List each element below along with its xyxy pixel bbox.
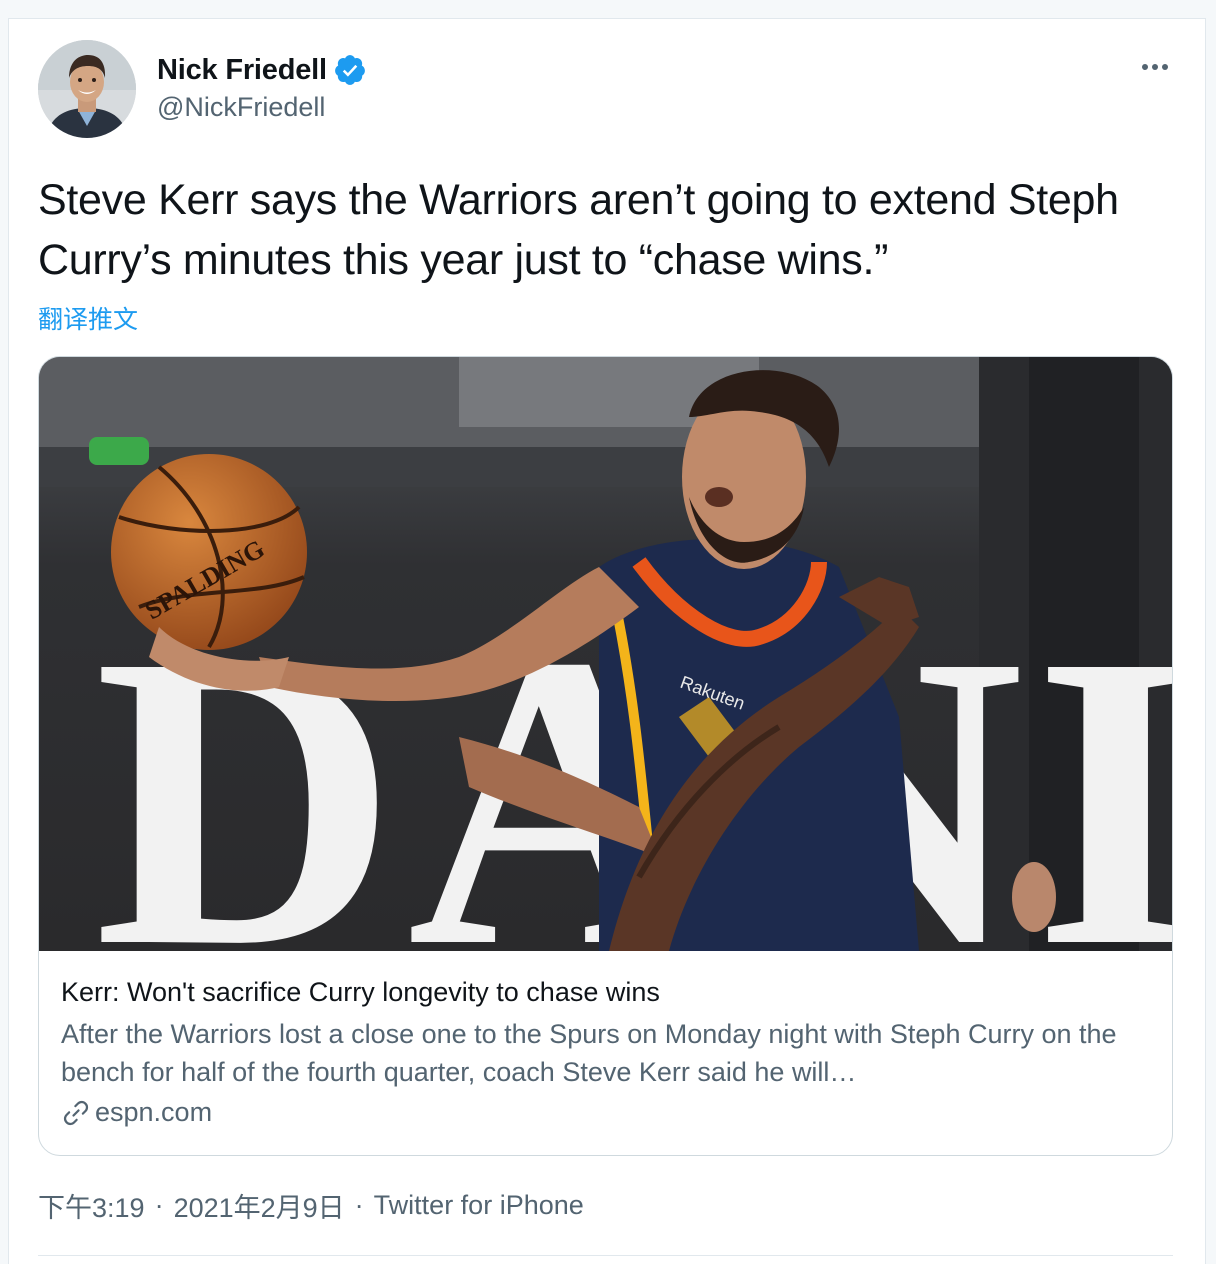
author-display-name[interactable]: Nick Friedell <box>157 54 327 87</box>
translate-tweet-link[interactable]: 翻译推文 <box>38 300 138 336</box>
tweet-time[interactable]: 下午3:19 <box>38 1186 145 1225</box>
tweet-date[interactable]: 2021年2月9日 <box>174 1186 345 1225</box>
meta-separator: · <box>154 1190 164 1220</box>
more-dots-icon[interactable] <box>1130 50 1180 84</box>
dot <box>1162 64 1168 70</box>
page-background: Nick Friedell @NickFriedell Steve Kerr s… <box>0 0 1216 1264</box>
card-title[interactable]: Kerr: Won't sacrifice Curry longevity to… <box>61 977 660 1008</box>
card-domain-row[interactable]: espn.com <box>61 1097 212 1128</box>
dot <box>1142 64 1148 70</box>
link-preview-card[interactable]: DANIEL'S <box>38 356 1173 1156</box>
author-handle[interactable]: @NickFriedell <box>157 92 325 123</box>
tweet-metadata: 下午3:19 · 2021年2月9日 · Twitter for iPhone <box>38 1186 584 1225</box>
divider <box>38 1255 1173 1256</box>
author-avatar[interactable] <box>38 40 136 138</box>
card-description: After the Warriors lost a close one to t… <box>61 1019 1117 1087</box>
meta-separator: · <box>354 1190 364 1220</box>
card-image[interactable]: DANIEL'S <box>39 357 1172 1033</box>
author-name-row[interactable]: Nick Friedell <box>157 52 367 88</box>
link-icon <box>61 1098 91 1128</box>
tweet-source[interactable]: Twitter for iPhone <box>374 1190 584 1221</box>
tweet-text: Steve Kerr says the Warriors aren’t goin… <box>38 176 1119 284</box>
verified-badge-icon <box>333 53 367 87</box>
card-domain: espn.com <box>95 1097 213 1127</box>
dot <box>1152 64 1158 70</box>
